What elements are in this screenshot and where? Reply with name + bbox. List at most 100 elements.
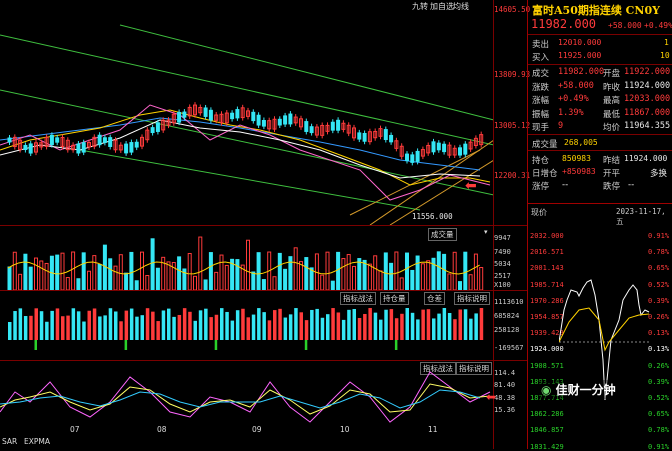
volume-bar xyxy=(60,252,65,290)
oi-diff-bar xyxy=(214,340,218,350)
oi-bar xyxy=(326,314,330,340)
volume-bar xyxy=(399,277,404,290)
month-label: 11 xyxy=(428,425,438,434)
open-interest-panel[interactable]: 指标战法 持仓量 仓差 指标说明 1113610 685824 258128 -… xyxy=(0,292,524,360)
quote-change: +58.000 xyxy=(608,21,642,30)
time-axis: SAR EXPMA 07 08 09 10 11 xyxy=(0,425,494,449)
quote-price: 11982.000 xyxy=(531,17,597,31)
quote-row-value: +58.000 xyxy=(558,80,594,91)
oi-label: 持仓 xyxy=(532,156,550,166)
volume-bar xyxy=(34,257,38,290)
quote-row-value: +0.49% xyxy=(558,94,589,104)
oi-bar xyxy=(145,308,150,340)
quote-row-value: 9 xyxy=(558,121,564,131)
volume-bar xyxy=(261,279,266,290)
intraday-date: 2023-11-17,五 xyxy=(616,207,666,226)
oi-bar xyxy=(379,319,383,340)
volume-bar xyxy=(452,251,457,290)
volume-bar xyxy=(367,263,372,290)
oi-bar xyxy=(410,312,415,340)
volume-bar xyxy=(420,263,425,290)
volume-bar xyxy=(304,257,309,290)
volume-bar xyxy=(426,260,431,290)
price-tick: 13005.12 xyxy=(494,121,531,130)
month-label: 10 xyxy=(340,425,350,434)
oi-bar xyxy=(310,309,314,340)
price-tick: 12200.31 xyxy=(494,171,531,180)
oi-bar xyxy=(405,308,409,340)
oi-bar xyxy=(416,319,420,340)
volume-bar xyxy=(81,252,86,290)
volume-bar xyxy=(102,244,107,290)
oi-tick: 258128 xyxy=(494,326,520,334)
oi-bar xyxy=(18,308,23,340)
volume-bar xyxy=(357,258,362,290)
oi-bar xyxy=(394,318,399,340)
watermark-text: 佳财一分钟 xyxy=(555,383,616,397)
volume-bar xyxy=(346,254,351,290)
quote-row-label: 昨收 xyxy=(603,82,621,93)
oi-bar xyxy=(193,320,197,340)
daily-oi-value: +850983 xyxy=(562,167,596,176)
toolbar-nine-turn-button[interactable]: 九转 xyxy=(412,1,428,12)
sar-tab[interactable]: SAR xyxy=(2,437,17,446)
volume-bar xyxy=(219,254,224,290)
quote-row-label: 开盘 xyxy=(603,69,621,79)
oi-bars xyxy=(8,308,484,350)
oi-bar xyxy=(8,322,12,340)
oi-diff-bar xyxy=(394,340,398,350)
oi-bar xyxy=(442,308,447,340)
volume-bar xyxy=(352,265,356,290)
volume-panel[interactable]: 成交量 ▾ 9947 7490 5034 2517 X100 xyxy=(0,228,511,290)
volume-bar xyxy=(246,239,250,290)
volume-bar xyxy=(124,272,129,290)
oi-bar xyxy=(299,312,303,340)
volume-tick: 9947 xyxy=(494,234,511,242)
oi-bar xyxy=(82,321,86,340)
oi-bar xyxy=(283,317,288,340)
quote-change-pct: +0.49% xyxy=(644,21,672,30)
volume-bar xyxy=(155,267,160,290)
volume-bar xyxy=(431,257,436,290)
oi-diff-bar xyxy=(304,340,308,350)
intraday-pct-tick: 0.78% xyxy=(648,426,670,435)
toolbar-ma-button[interactable]: 均线 xyxy=(453,1,469,12)
oi-bar xyxy=(437,313,441,340)
volume-bar xyxy=(373,255,378,290)
volume-bar xyxy=(166,261,171,290)
oi-bar xyxy=(23,316,28,340)
oi-value: 850983 xyxy=(562,154,591,163)
oi-bar xyxy=(151,311,155,340)
expma-tab[interactable]: EXPMA xyxy=(24,437,50,446)
oi-bar xyxy=(220,308,224,340)
limit-up-label: 涨停 xyxy=(532,182,550,192)
volume-bar xyxy=(224,264,229,290)
oi-bar xyxy=(124,310,129,340)
intraday-pct-tick: 0.39% xyxy=(648,377,670,386)
volume-bar xyxy=(383,252,388,290)
quote-row-value: 12033.000 xyxy=(624,94,671,104)
volume-bar xyxy=(23,253,28,290)
main-chart-panel[interactable]: 九转 加自选 均线 11556.000 ⬅ xyxy=(0,0,494,225)
kd-tick: 114.4 xyxy=(494,369,516,377)
volume-bar xyxy=(129,251,134,290)
volume-bar xyxy=(193,275,197,290)
volume-bar xyxy=(341,258,346,290)
volume-bar xyxy=(39,260,44,290)
intraday-chart[interactable]: 现价 2023-11-17,五 2032.000 0.91% 2016.571 0.7… xyxy=(528,200,672,451)
oi-bar xyxy=(352,309,356,340)
quote-row-label: 振幅 xyxy=(532,109,550,120)
oi-bar xyxy=(29,315,33,340)
oi-bar xyxy=(34,308,38,340)
quote-row-value: 1.39% xyxy=(558,107,584,118)
oi-bar xyxy=(209,317,213,340)
volume-bar xyxy=(7,266,12,290)
volume-bar xyxy=(299,261,303,290)
volume-bar xyxy=(336,251,341,290)
toolbar-add-watchlist-button[interactable]: 加自选 xyxy=(430,1,454,12)
oi-bar xyxy=(177,314,182,340)
volume-bar xyxy=(256,252,261,290)
kd-tick: 81.40 xyxy=(494,381,516,389)
main-chart-svg xyxy=(0,24,494,225)
oi-bar xyxy=(320,317,325,340)
